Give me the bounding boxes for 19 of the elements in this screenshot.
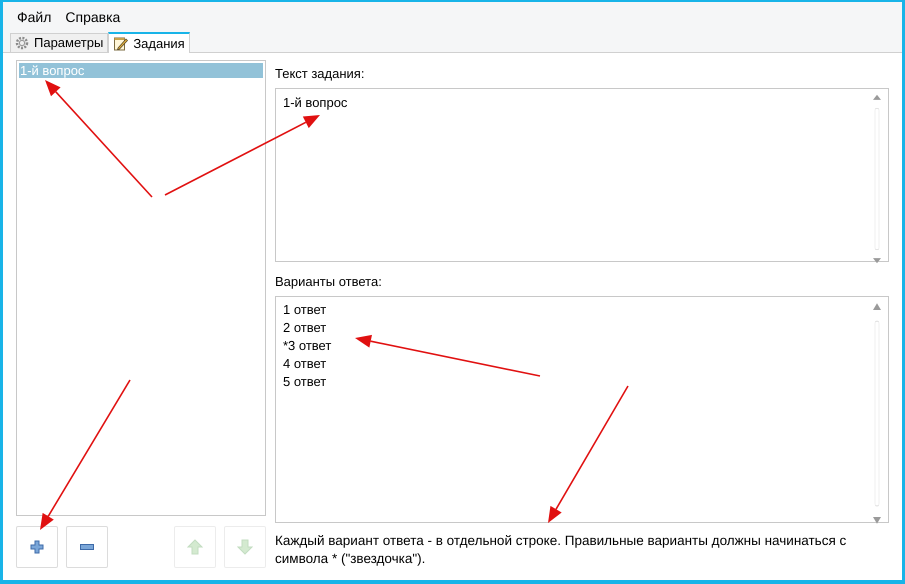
tab[interactable]: Параметры xyxy=(10,33,108,52)
task-text-field[interactable]: 1-й вопрос xyxy=(275,88,889,262)
add-button[interactable] xyxy=(16,526,58,568)
down-arrow-icon xyxy=(237,539,253,555)
remove-button[interactable] xyxy=(66,526,108,568)
scrollbar[interactable] xyxy=(870,301,884,526)
gear-icon xyxy=(15,36,29,50)
scrollbar[interactable] xyxy=(870,92,884,264)
notepad-pencil-icon xyxy=(113,36,128,51)
menu-item[interactable]: Справка xyxy=(59,4,126,30)
plus-icon xyxy=(30,540,44,554)
field-label: Текст задания: xyxy=(275,65,366,83)
minus-icon xyxy=(80,544,94,550)
hint-text: Каждый вариант ответа - в отдельной строке. Правильные варианты должны начинаться с символа * ("звездочка"). xyxy=(275,532,848,568)
menu-item[interactable]: Файл xyxy=(11,4,58,30)
tab[interactable]: Задания xyxy=(108,32,190,53)
answers-field[interactable]: 1 ответ 2 ответ *3 ответ 4 ответ 5 ответ xyxy=(275,296,889,523)
up-arrow-icon xyxy=(187,539,203,555)
field-label: Варианты ответа: xyxy=(275,272,383,291)
